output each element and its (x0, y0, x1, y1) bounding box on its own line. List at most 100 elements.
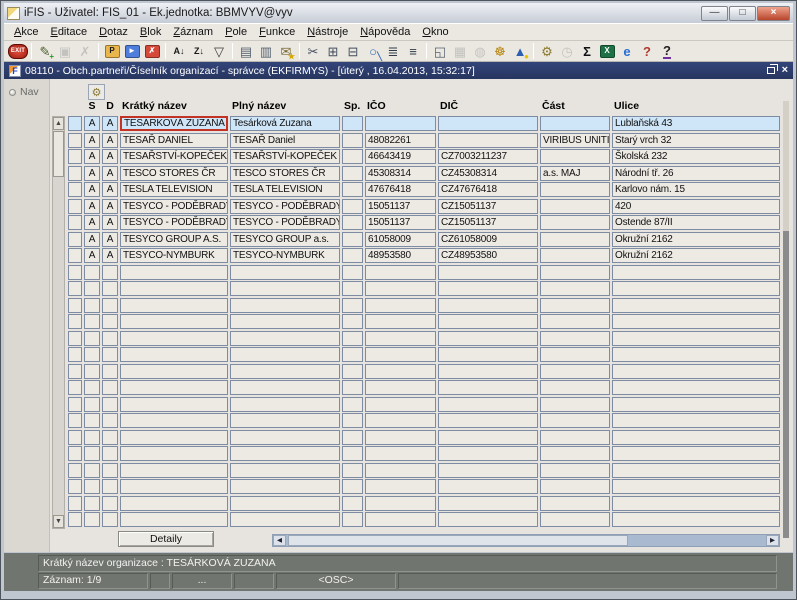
table-horizontal-scrollbar[interactable]: ◀ ▶ (272, 534, 780, 547)
cell-d[interactable]: A (102, 116, 118, 131)
table-vertical-scrollbar[interactable]: ▲ ▼ (52, 116, 65, 529)
cell-sp[interactable] (342, 215, 363, 230)
enter-query-button[interactable]: P (102, 42, 122, 61)
cell-d[interactable]: A (102, 182, 118, 197)
window-titlebar[interactable]: iFIS - Uživatel: FIS_01 - Ek.jednotka: B… (4, 3, 793, 23)
menu-item-nastroje[interactable]: Nástroje (302, 25, 355, 39)
cell-ico[interactable]: 48082261 (365, 133, 436, 148)
cell-sp[interactable] (342, 116, 363, 131)
cell-full-name[interactable]: TESYCO - PODĚBRADY (230, 199, 340, 214)
menu-item-napoveda[interactable]: Nápověda (355, 25, 417, 39)
cell-ico[interactable]: 45308314 (365, 166, 436, 181)
send-mail-button[interactable]: ✉★ (276, 42, 296, 61)
cell-short-name[interactable]: TESYCO GROUP A.S. (120, 232, 228, 247)
cell-s[interactable]: A (84, 182, 100, 197)
cell-d[interactable]: A (102, 215, 118, 230)
cell-short-name[interactable]: TESYCO - PODĚBRADY (120, 215, 228, 230)
cell-sp[interactable] (342, 149, 363, 164)
cell-s[interactable]: A (84, 248, 100, 263)
cell-d[interactable]: A (102, 166, 118, 181)
canvas-vertical-scrollbar[interactable] (783, 101, 789, 538)
cell-dic[interactable]: CZ15051137 (438, 215, 538, 230)
cell-cast[interactable] (540, 232, 610, 247)
cell-full-name[interactable]: TESAŘSTVÍ-KOPEČEK MART (230, 149, 340, 164)
paste-button[interactable]: ⊟ (343, 42, 363, 61)
cell-short-name[interactable]: TESLA TELEVISION (120, 182, 228, 197)
row-selector[interactable] (68, 248, 82, 263)
cell-sp[interactable] (342, 248, 363, 263)
cut-button[interactable]: ✂ (303, 42, 323, 61)
cell-ulice[interactable]: Okružní 2162 (612, 232, 780, 247)
cell-full-name[interactable]: TESYCO - PODĚBRADY (230, 215, 340, 230)
cell-sp[interactable] (342, 232, 363, 247)
cell-sp[interactable] (342, 133, 363, 148)
cell-s[interactable]: A (84, 232, 100, 247)
cell-ico[interactable]: 15051137 (365, 199, 436, 214)
menu-item-funkce[interactable]: Funkce (254, 25, 302, 39)
alert-button[interactable]: ▲● (510, 42, 530, 61)
cell-short-name[interactable]: TESÁRKOVÁ ZUZANA (120, 116, 228, 131)
cell-s[interactable]: A (84, 149, 100, 164)
cell-d[interactable]: A (102, 199, 118, 214)
row-selector[interactable] (68, 182, 82, 197)
window-list-button[interactable]: ◱ (430, 42, 450, 61)
cell-sp[interactable] (342, 199, 363, 214)
cell-ico[interactable]: 47676418 (365, 182, 436, 197)
helm-button[interactable]: ☸ (490, 42, 510, 61)
print-button[interactable]: ▤ (236, 42, 256, 61)
exit-button[interactable]: EXIT (8, 42, 28, 61)
copy-button[interactable]: ⊞ (323, 42, 343, 61)
cell-d[interactable]: A (102, 248, 118, 263)
row-selector[interactable] (68, 232, 82, 247)
cell-full-name[interactable]: TESCO STORES ČR (230, 166, 340, 181)
list-values-button[interactable]: ≣ (383, 42, 403, 61)
mdi-restore-icon[interactable] (767, 67, 775, 74)
print-setup-button[interactable]: ▥ (256, 42, 276, 61)
cell-ulice[interactable]: Národní tř. 26 (612, 166, 780, 181)
menu-item-pole[interactable]: Pole (220, 25, 254, 39)
cell-sp[interactable] (342, 182, 363, 197)
cell-short-name[interactable]: TESAŘ DANIEL (120, 133, 228, 148)
row-selector[interactable] (68, 166, 82, 181)
tree-view-button[interactable]: ≡ (403, 42, 423, 61)
cell-dic[interactable]: CZ48953580 (438, 248, 538, 263)
cell-ulice[interactable]: Starý vrch 32 (612, 133, 780, 148)
row-selector[interactable] (68, 199, 82, 214)
cell-sp[interactable] (342, 166, 363, 181)
cell-dic[interactable]: CZ7003211237 (438, 149, 538, 164)
hscroll-thumb[interactable] (288, 535, 628, 546)
keys-button[interactable]: ⚙ (537, 42, 557, 61)
maximize-button[interactable]: □ (729, 6, 756, 21)
cell-ico[interactable]: 61058009 (365, 232, 436, 247)
excel-button[interactable]: X (597, 42, 617, 61)
cell-full-name[interactable]: TESAŘ Daniel (230, 133, 340, 148)
cancel-query-button[interactable]: ✗ (142, 42, 162, 61)
browser-button[interactable]: e (617, 42, 637, 61)
tools-button[interactable]: ⚙ (88, 84, 105, 100)
cell-ulice[interactable]: Karlovo nám. 15 (612, 182, 780, 197)
help-context-button[interactable]: ? (637, 42, 657, 61)
cell-dic[interactable] (438, 133, 538, 148)
row-selector[interactable] (68, 149, 82, 164)
row-selector[interactable] (68, 215, 82, 230)
cell-short-name[interactable]: TESAŘSTVÍ-KOPEČEK MA (120, 149, 228, 164)
cell-s[interactable]: A (84, 116, 100, 131)
insert-record-button[interactable]: ✎+ (35, 42, 55, 61)
sum-button[interactable]: Σ (577, 42, 597, 61)
vscroll-thumb[interactable] (53, 131, 64, 177)
cell-cast[interactable] (540, 199, 610, 214)
row-selector[interactable] (68, 133, 82, 148)
scroll-left-icon[interactable]: ◀ (273, 535, 286, 546)
menu-item-zaznam[interactable]: Záznam (168, 25, 220, 39)
execute-query-button[interactable]: ► (122, 42, 142, 61)
cell-full-name[interactable]: TESYCO-NYMBURK (230, 248, 340, 263)
row-selector[interactable] (68, 116, 82, 131)
cell-ulice[interactable]: 420 (612, 199, 780, 214)
cell-dic[interactable] (438, 116, 538, 131)
cell-dic[interactable]: CZ47676418 (438, 182, 538, 197)
cell-s[interactable]: A (84, 199, 100, 214)
sort-ascending-button[interactable]: A↓ (169, 42, 189, 61)
cell-d[interactable]: A (102, 133, 118, 148)
cell-full-name[interactable]: TESYCO GROUP a.s. (230, 232, 340, 247)
cell-ico[interactable]: 46643419 (365, 149, 436, 164)
